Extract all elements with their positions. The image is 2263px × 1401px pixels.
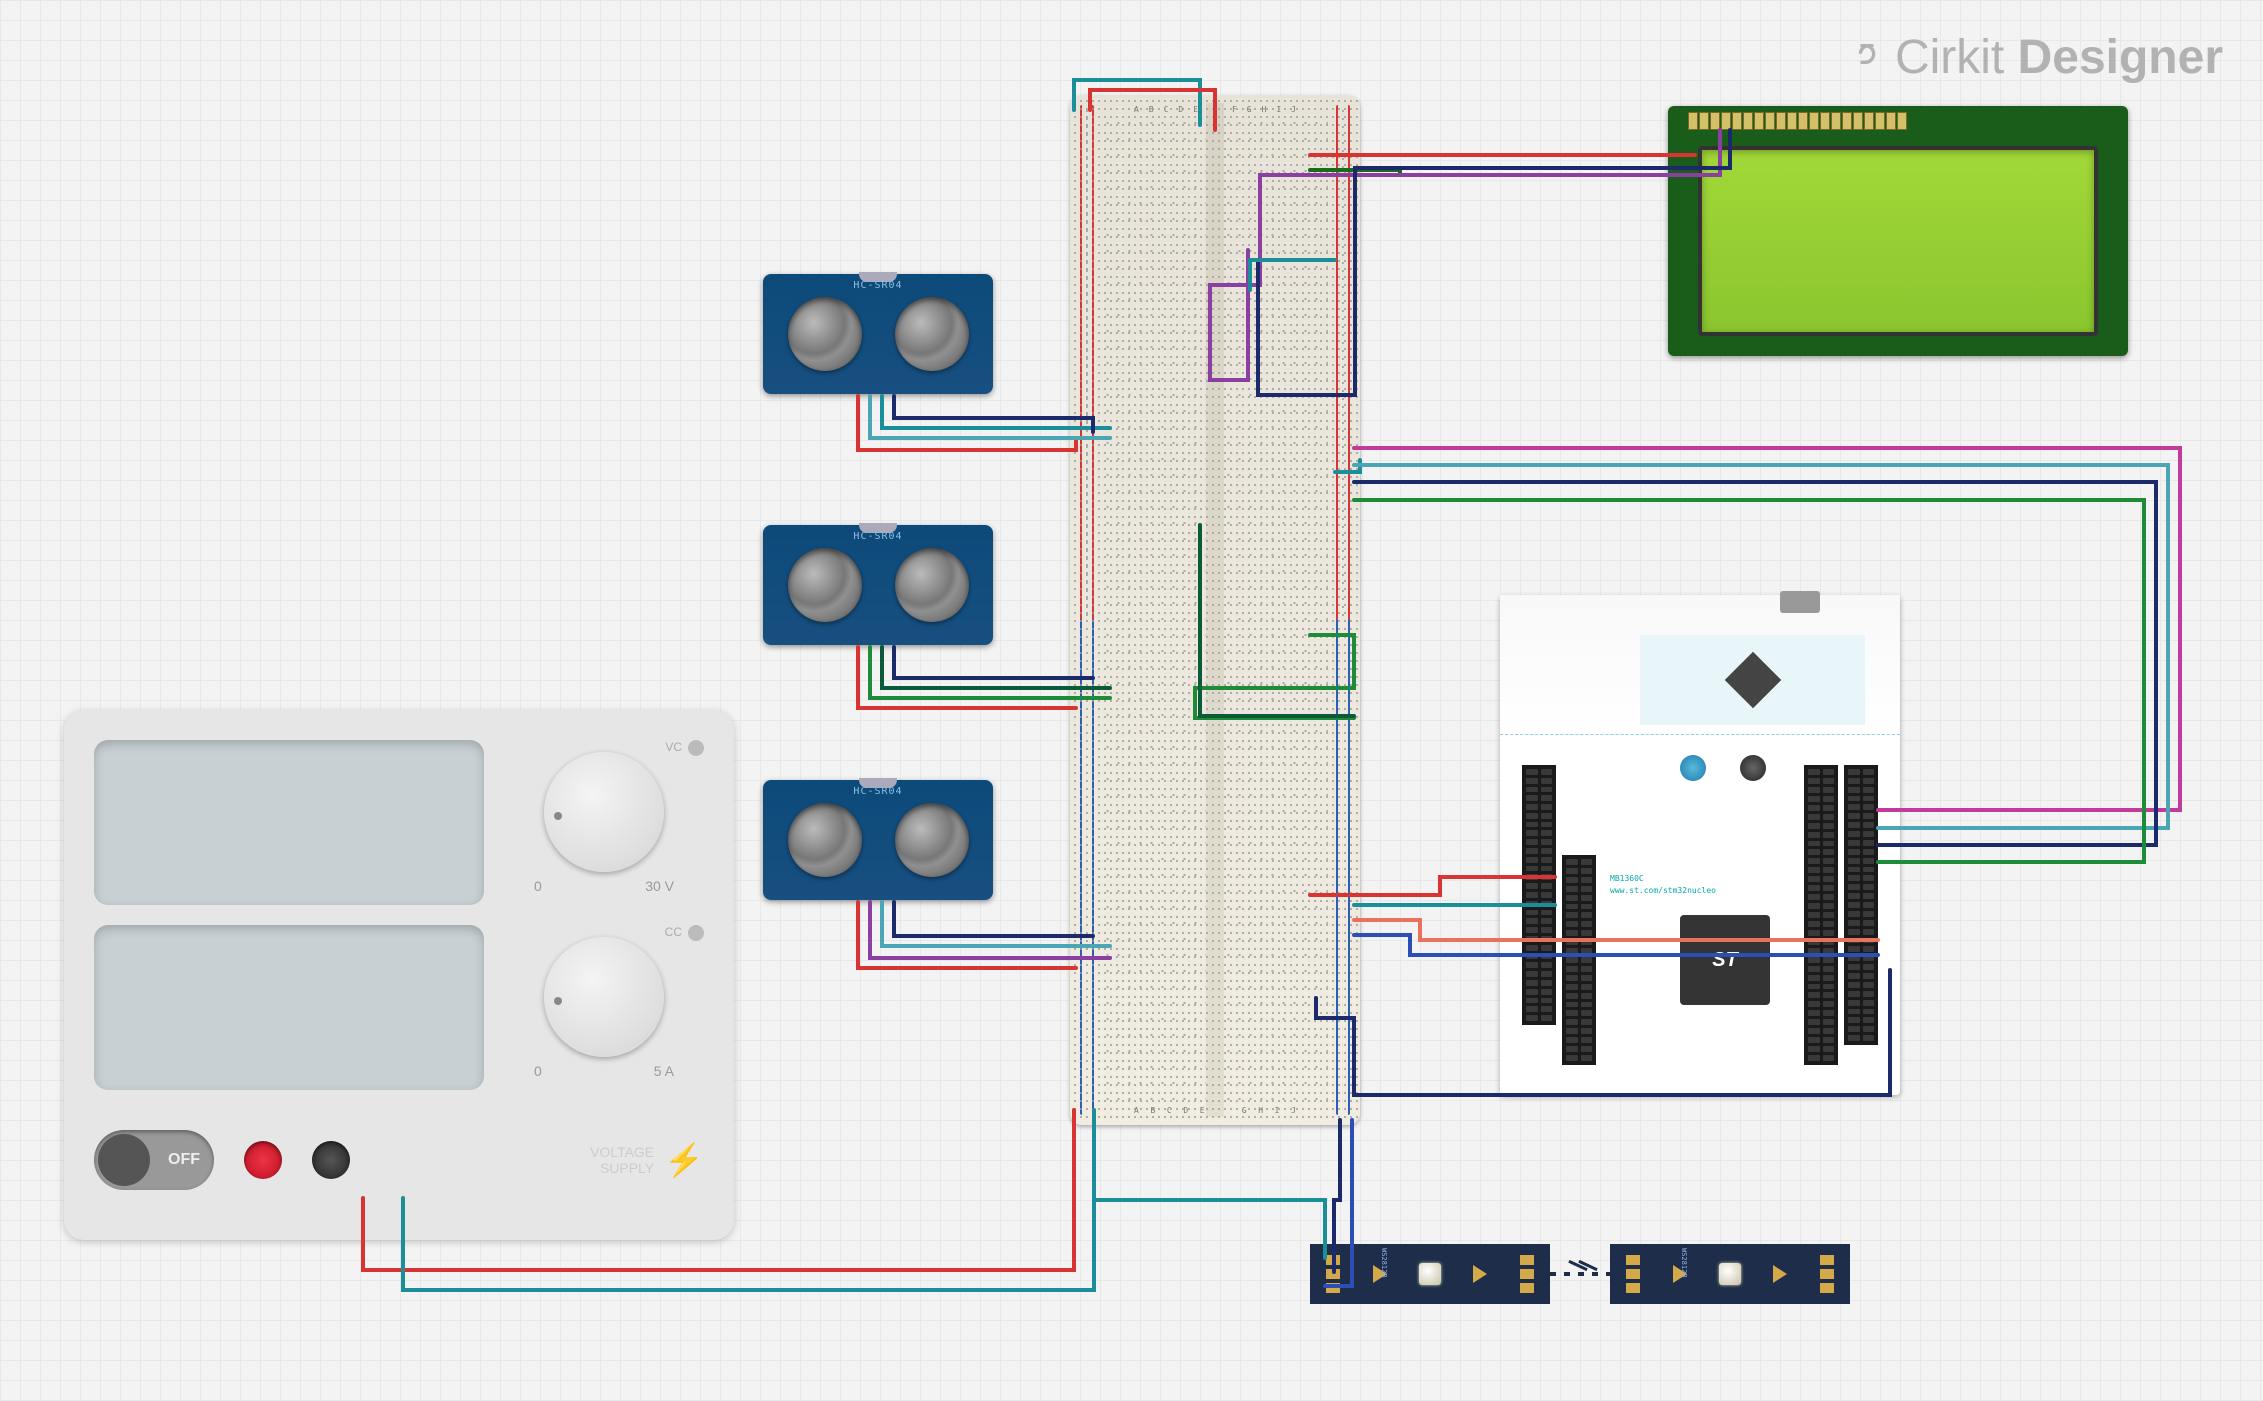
switch-label: OFF [168,1151,200,1169]
nucleo-mb: MB1360C [1610,874,1644,883]
psu-power-switch[interactable]: OFF [94,1130,214,1190]
lcd-display[interactable] [1668,106,2128,356]
led-segment-2: WS2812B [1610,1244,1850,1304]
psu-negative-terminal[interactable] [312,1141,350,1179]
lcd-screen [1698,146,2098,336]
header-cn7-outer[interactable] [1522,765,1556,1025]
header-cn7-inner[interactable] [1562,855,1596,1065]
cc-label: CC [665,925,682,939]
sensor-label: HC-SR04 [853,531,902,542]
chip-label: WS2812B [1680,1248,1688,1278]
transducer-rx [895,803,969,877]
a-min: 0 [534,1063,542,1079]
mcu-chip: ST [1680,915,1770,1005]
reset-button[interactable] [1740,755,1766,781]
st-logo: ST [1712,949,1738,972]
ultrasonic-sensor-1[interactable]: HC-SR04 [763,274,993,394]
led-segment-1: WS2812B [1310,1244,1550,1304]
v-max: 30 V [645,878,674,894]
strip-cut-icon [1550,1272,1610,1276]
header-cn10-outer[interactable] [1844,765,1878,1045]
ultrasonic-sensor-3[interactable]: HC-SR04 [763,780,993,900]
transducer-tx [788,803,862,877]
vc-label: VC [665,740,682,754]
nucleo-url: www.st.com/stm32nucleo [1610,886,1716,895]
usb-connector[interactable] [1780,591,1820,613]
power-supply[interactable]: VC 0 30 V CC 0 5 A OFF VOLTAGE SUPPLY ⚡ [64,710,734,1240]
psu-label: VOLTAGE SUPPLY ⚡ [590,1141,704,1179]
led-pixel [1419,1263,1441,1285]
breadboard-right-rail [1332,103,1354,1117]
led-strip[interactable]: WS2812B WS2812B [1310,1244,1850,1304]
psu-voltage-display [94,740,484,905]
transducer-rx [895,548,969,622]
voltage-knob[interactable] [544,752,664,872]
direction-arrow-icon [1473,1265,1487,1283]
psu-positive-terminal[interactable] [244,1141,282,1179]
watermark-text: Cirkit Designer [1895,30,2223,85]
psu-current-display [94,925,484,1090]
chip-label: WS2812B [1380,1248,1388,1278]
cc-indicator [688,925,704,941]
transducer-rx [895,297,969,371]
psu-voltage-knob-area: VC 0 30 V [504,740,704,905]
current-knob[interactable] [544,937,664,1057]
psu-current-knob-area: CC 0 5 A [504,925,704,1090]
link-icon [1847,34,1887,82]
led-pixel [1719,1263,1741,1285]
lcd-pin-header[interactable] [1688,112,1907,130]
a-max: 5 A [654,1063,674,1079]
sensor-label: HC-SR04 [853,280,902,291]
vc-indicator [688,740,704,756]
user-button[interactable] [1680,755,1706,781]
header-cn10-inner[interactable] [1804,765,1838,1065]
sensor-label: HC-SR04 [853,786,902,797]
transducer-tx [788,548,862,622]
watermark: Cirkit Designer [1847,30,2223,85]
nucleo-board[interactable]: ST www.st.com/stm32nucleo MB1360C [1500,595,1900,1095]
direction-arrow-icon [1773,1265,1787,1283]
transducer-tx [788,297,862,371]
bolt-icon: ⚡ [664,1141,704,1179]
v-min: 0 [534,878,542,894]
breadboard[interactable]: ABCDEFGHIJ ABCDEGHIJ [1070,95,1360,1125]
ultrasonic-sensor-2[interactable]: HC-SR04 [763,525,993,645]
